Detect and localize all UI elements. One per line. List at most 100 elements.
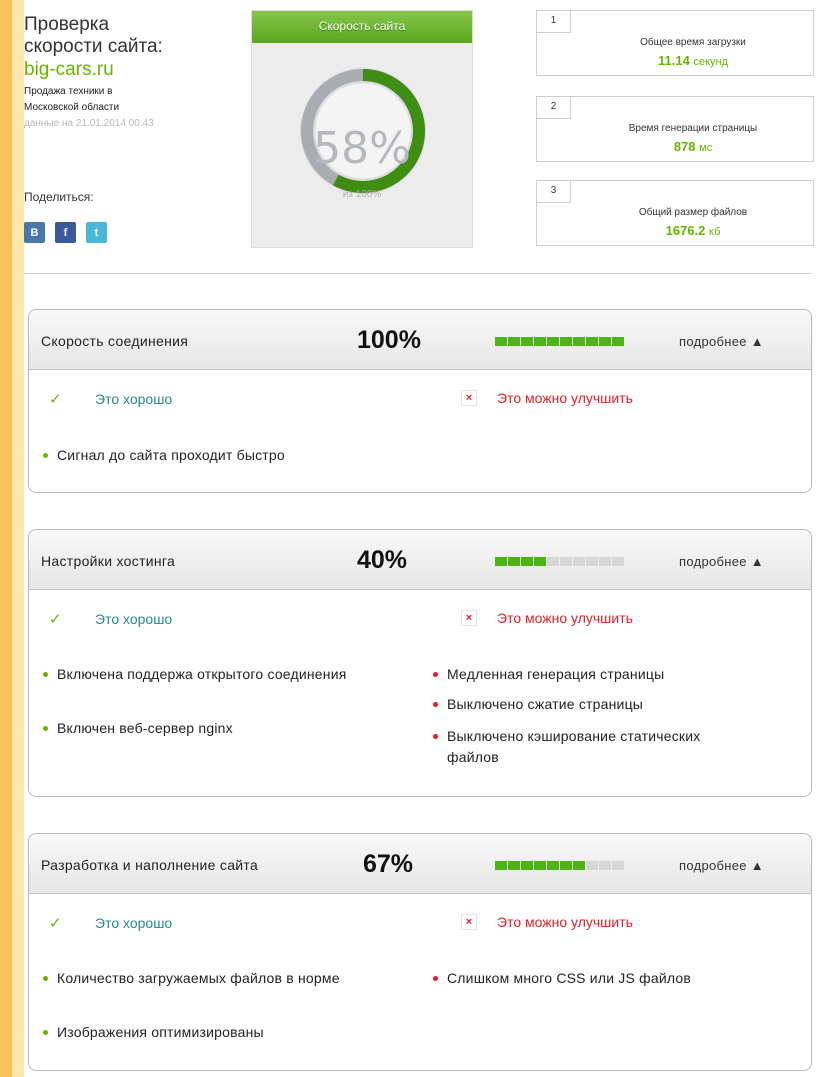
section-header[interactable]: Скорость соединения 100% подробнее ▲: [29, 310, 811, 370]
vk-share-button[interactable]: B: [24, 222, 45, 243]
metric-number: 2: [537, 97, 571, 119]
cross-icon: ×: [461, 390, 477, 406]
share-buttons: B f t: [24, 222, 107, 243]
progress-segment-filled: [495, 337, 507, 346]
metric-number: 1: [537, 11, 571, 33]
progress-segment-filled: [521, 861, 533, 870]
section-hosting-settings: Настройки хостинга 40% подробнее ▲ ✓ Это…: [28, 529, 812, 797]
progress-segment-filled: [508, 557, 520, 566]
metric-label: Время генерации страницы: [628, 123, 758, 134]
metric-unit: секунд: [693, 56, 728, 68]
metric-unit: кб: [709, 226, 721, 238]
header-divider: [24, 273, 812, 274]
progress-segment-filled: [495, 861, 507, 870]
good-header: ✓ Это хорошо: [49, 610, 172, 628]
progress-segment-empty: [573, 557, 585, 566]
good-item: Включена поддержа открытого соединения: [43, 664, 373, 685]
section-percent: 100%: [357, 326, 421, 354]
twitter-share-button[interactable]: t: [86, 222, 107, 243]
progress-segment-filled: [534, 557, 546, 566]
gauge-subtitle: из 100%: [342, 189, 382, 200]
metric-number: 3: [537, 181, 571, 203]
checkmark-icon: ✓: [49, 915, 62, 932]
progress-segment-empty: [612, 861, 624, 870]
speed-gauge: Скорость сайта 58% из 100%: [251, 10, 473, 248]
section-percent: 40%: [357, 546, 408, 574]
bad-header: × Это можно улучшить: [457, 390, 633, 406]
progress-segment-empty: [586, 861, 598, 870]
bad-item: Медленная генерация страницы: [433, 664, 783, 685]
report-date: данные на 21.01.2014 00:43: [24, 118, 154, 129]
progress-segment-filled: [560, 861, 572, 870]
gauge-value: 58%: [313, 123, 411, 174]
good-label: Это хорошо: [95, 391, 173, 407]
facebook-icon: f: [63, 226, 68, 239]
good-label: Это хорошо: [95, 611, 173, 627]
progress-segment-filled: [508, 861, 520, 870]
good-header: ✓ Это хорошо: [49, 914, 172, 932]
metric-value-number: 11.14: [658, 53, 690, 68]
progress-segment-filled: [547, 337, 559, 346]
metric-load-time: 1 Общее время загрузки 11.14 секунд: [536, 10, 814, 76]
section-site-development: Разработка и наполнение сайта 67% подроб…: [28, 833, 812, 1071]
good-header: ✓ Это хорошо: [49, 390, 172, 408]
progress-segment-empty: [599, 557, 611, 566]
share-label: Поделиться:: [24, 190, 94, 204]
details-toggle[interactable]: подробнее ▲: [679, 334, 764, 349]
section-progress-bar: [495, 557, 625, 566]
section-title: Разработка и наполнение сайта: [41, 857, 259, 873]
metric-label: Общий размер файлов: [638, 207, 748, 218]
metric-value: 1676.2 кб: [577, 223, 809, 238]
metric-value-number: 1676.2: [665, 223, 706, 238]
site-description-line2: Московской области: [24, 102, 120, 113]
site-info: Проверка скорости сайта: big-cars.ru Про…: [24, 14, 244, 132]
progress-segment-empty: [560, 557, 572, 566]
good-item: Сигнал до сайта проходит быстро: [43, 445, 393, 466]
page-title-line2: скорости сайта:: [24, 36, 163, 57]
progress-segment-filled: [612, 337, 624, 346]
progress-segment-filled: [599, 337, 611, 346]
metric-value: 11.14 секунд: [577, 53, 809, 68]
facebook-share-button[interactable]: f: [55, 222, 76, 243]
metric-value-number: 878: [673, 139, 696, 154]
site-domain-link[interactable]: big-cars.ru: [24, 58, 244, 82]
progress-segment-filled: [586, 337, 598, 346]
bad-label: Это можно улучшить: [497, 610, 633, 626]
cross-icon: ×: [461, 610, 477, 626]
checkmark-icon: ✓: [49, 611, 62, 628]
bad-item: Слишком много CSS или JS файлов: [433, 968, 783, 989]
progress-segment-filled: [547, 861, 559, 870]
vk-icon: B: [30, 226, 39, 239]
progress-segment-filled: [521, 557, 533, 566]
metric-file-size: 3 Общий размер файлов 1676.2 кб: [536, 180, 814, 246]
report-page: Проверка скорости сайта: big-cars.ru Про…: [24, 0, 819, 1077]
progress-segment-empty: [586, 557, 598, 566]
cross-icon: ×: [461, 914, 477, 930]
progress-segment-filled: [508, 337, 520, 346]
progress-segment-filled: [534, 861, 546, 870]
section-progress-bar: [495, 861, 625, 870]
details-toggle[interactable]: подробнее ▲: [679, 858, 764, 873]
good-item: Включен веб-сервер nginx: [43, 718, 393, 739]
progress-segment-empty: [612, 557, 624, 566]
details-toggle[interactable]: подробнее ▲: [679, 554, 764, 569]
progress-segment-filled: [534, 337, 546, 346]
section-title: Скорость соединения: [41, 333, 189, 349]
section-connection-speed: Скорость соединения 100% подробнее ▲ ✓ Э…: [28, 309, 812, 493]
progress-segment-filled: [573, 861, 585, 870]
progress-segment-filled: [521, 337, 533, 346]
metric-unit: мс: [699, 142, 713, 154]
section-header[interactable]: Настройки хостинга 40% подробнее ▲: [29, 530, 811, 590]
progress-segment-empty: [599, 861, 611, 870]
progress-segment-empty: [547, 557, 559, 566]
left-decorative-stripe: [0, 0, 24, 1077]
section-percent: 67%: [363, 850, 414, 878]
bad-label: Это можно улучшить: [497, 914, 633, 930]
progress-segment-filled: [573, 337, 585, 346]
bad-item: Выключено сжатие страницы: [433, 694, 783, 715]
section-header[interactable]: Разработка и наполнение сайта 67% подроб…: [29, 834, 811, 894]
good-item: Изображения оптимизированы: [43, 1022, 393, 1043]
site-description-line1: Продажа техники в: [24, 86, 113, 97]
metric-value: 878 мс: [577, 139, 809, 154]
good-item: Количество загружаемых файлов в норме: [43, 968, 383, 989]
